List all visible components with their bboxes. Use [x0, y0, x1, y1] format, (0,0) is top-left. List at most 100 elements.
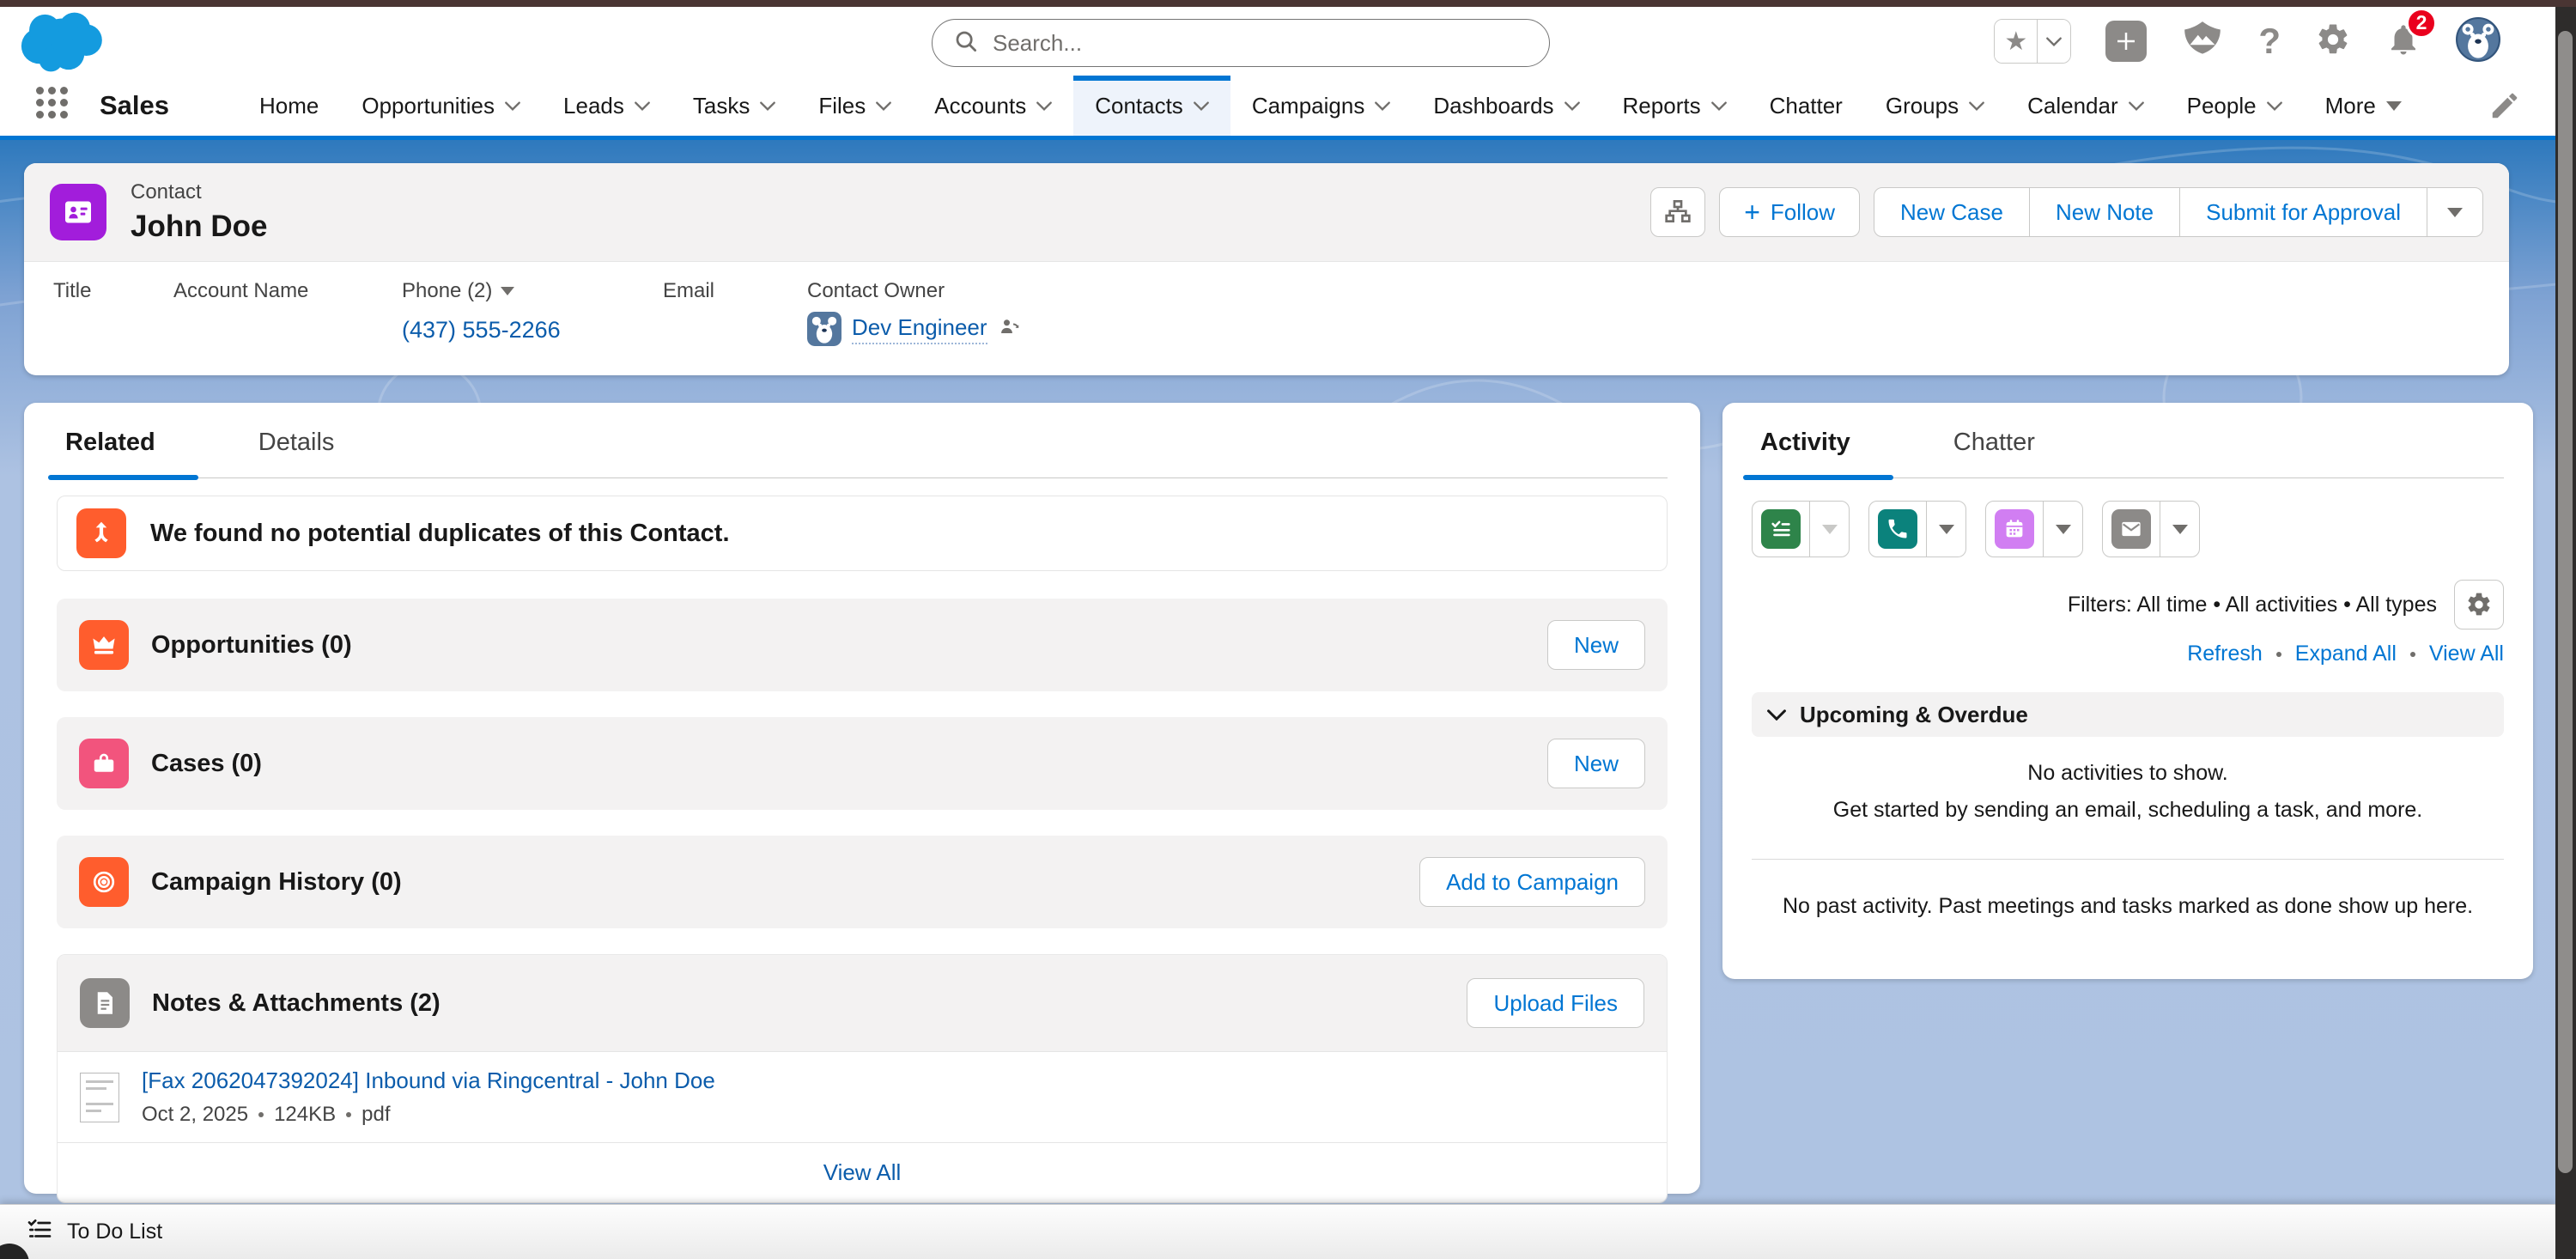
global-search	[932, 19, 1550, 67]
chevron-down-icon	[1564, 101, 1580, 111]
salesforce-logo[interactable]	[15, 9, 110, 80]
upcoming-overdue-header[interactable]: Upcoming & Overdue	[1752, 692, 2504, 737]
favorites-button: ★	[1994, 19, 2071, 64]
follow-button[interactable]: + Follow	[1719, 187, 1860, 237]
activity-links-row: Refresh Expand All View All	[1752, 642, 2504, 666]
nav-tab-people[interactable]: People	[2166, 76, 2304, 136]
add-to-campaign-button[interactable]: Add to Campaign	[1419, 857, 1645, 907]
notifications-bell-icon[interactable]: 2	[2385, 21, 2421, 62]
nav-tab-home[interactable]: Home	[238, 76, 340, 136]
call-options-chevron[interactable]	[1926, 502, 1965, 557]
browser-scrollbar[interactable]	[2555, 7, 2576, 1259]
phone-value-link[interactable]: (437) 555-2266	[402, 317, 561, 343]
event-options-chevron[interactable]	[2043, 502, 2082, 557]
chevron-down-icon	[760, 101, 775, 111]
owner-name-link[interactable]: Dev Engineer	[852, 314, 987, 344]
contact-entity-icon	[50, 184, 106, 240]
attachment-title-link[interactable]: [Fax 2062047392024] Inbound via Ringcent…	[142, 1067, 715, 1094]
user-avatar[interactable]	[2456, 17, 2500, 66]
view-all-link[interactable]: View All	[823, 1159, 902, 1186]
nav-tab-leads[interactable]: Leads	[542, 76, 671, 136]
email-button[interactable]	[2103, 502, 2160, 557]
favorites-chevron-icon[interactable]	[2038, 20, 2070, 63]
campaign-history-icon	[79, 857, 129, 907]
activity-view-all-link[interactable]: View All	[2429, 642, 2504, 666]
email-field-label: Email	[663, 279, 807, 303]
nav-tab-tasks[interactable]: Tasks	[671, 76, 797, 136]
new-event-split-button	[1985, 501, 2083, 557]
chevron-down-icon	[1375, 101, 1390, 111]
activity-action-buttons	[1752, 501, 2504, 557]
nav-tab-campaigns[interactable]: Campaigns	[1230, 76, 1413, 136]
chevron-down-icon	[635, 101, 650, 111]
tab-related[interactable]: Related	[57, 429, 164, 477]
detail-tabs: Related Details	[57, 403, 1668, 478]
nav-tab-files[interactable]: Files	[797, 76, 913, 136]
new-task-button[interactable]	[1753, 502, 1809, 557]
view-hierarchy-button[interactable]	[1650, 187, 1705, 237]
search-input[interactable]	[993, 30, 1508, 57]
nav-tab-opportunities[interactable]: Opportunities	[340, 76, 542, 136]
refresh-link[interactable]: Refresh	[2187, 642, 2263, 666]
expand-all-link[interactable]: Expand All	[2295, 642, 2397, 666]
file-thumbnail	[80, 1073, 119, 1122]
chevron-down-icon	[505, 101, 520, 111]
activity-panel: Activity Chatter	[1722, 403, 2533, 979]
title-field-label: Title	[53, 279, 173, 303]
nav-tab-accounts[interactable]: Accounts	[913, 76, 1073, 136]
nav-tab-contacts[interactable]: Contacts	[1073, 76, 1230, 136]
chevron-down-icon	[1767, 709, 1786, 721]
chevron-down-icon	[2129, 101, 2144, 111]
header-icons: ★ ? 2	[1994, 7, 2500, 76]
nav-tab-groups[interactable]: Groups	[1864, 76, 2006, 136]
favorite-star-icon[interactable]: ★	[1995, 20, 2038, 63]
nav-tab-reports[interactable]: Reports	[1601, 76, 1748, 136]
new-note-button[interactable]: New Note	[2030, 188, 2180, 236]
highlights-fields: Title Account Name Phone (2) (437) 555-2…	[24, 262, 2509, 346]
tab-chatter[interactable]: Chatter	[1945, 429, 2044, 477]
setup-gear-icon[interactable]	[2315, 21, 2351, 62]
nav-tab-calendar[interactable]: Calendar	[2006, 76, 2166, 136]
new-case-button[interactable]: New Case	[1874, 188, 2030, 236]
nav-tab-more[interactable]: More	[2304, 76, 2423, 136]
submit-for-approval-button[interactable]: Submit for Approval	[2180, 188, 2427, 236]
utility-bar: To Do List	[0, 1204, 2555, 1259]
chevron-down-icon	[2267, 101, 2282, 111]
activity-settings-gear-icon[interactable]	[2454, 580, 2504, 630]
nav-tab-dashboards[interactable]: Dashboards	[1412, 76, 1601, 136]
edit-nav-pencil-icon[interactable]	[2488, 89, 2521, 126]
record-header: Contact John Doe + Follow New Case New N…	[24, 163, 2509, 262]
task-options-chevron[interactable]	[1809, 502, 1849, 557]
trailhead-icon[interactable]	[2181, 18, 2224, 65]
chevron-down-icon	[2386, 101, 2402, 111]
more-actions-chevron[interactable]	[2427, 188, 2482, 236]
tab-details[interactable]: Details	[250, 429, 343, 477]
app-launcher-icon[interactable]	[36, 87, 74, 125]
filters-text: Filters: All time • All activities • All…	[2068, 593, 2437, 617]
contact-highlights-panel: Contact John Doe + Follow New Case New N…	[24, 163, 2509, 375]
entity-label: Contact	[131, 180, 267, 204]
scrollbar-thumb[interactable]	[2558, 31, 2573, 1173]
notification-badge: 2	[2406, 8, 2437, 39]
section-title: Notes & Attachments (2)	[152, 989, 440, 1018]
global-create-icon[interactable]	[2105, 21, 2147, 62]
new-event-button[interactable]	[1986, 502, 2043, 557]
new-case-related-button[interactable]: New	[1547, 739, 1645, 788]
new-opportunity-button[interactable]: New	[1547, 620, 1645, 670]
change-owner-icon[interactable]	[998, 315, 1022, 344]
owner-avatar	[807, 312, 841, 346]
nav-tab-chatter[interactable]: Chatter	[1748, 76, 1864, 136]
no-past-activity-text: No past activity. Past meetings and task…	[1752, 894, 2504, 919]
log-call-button[interactable]	[1869, 502, 1926, 557]
todo-list-label[interactable]: To Do List	[67, 1219, 162, 1244]
tab-activity[interactable]: Activity	[1752, 429, 1859, 477]
email-options-chevron[interactable]	[2160, 502, 2199, 557]
chevron-down-icon	[2172, 525, 2188, 534]
email-icon	[2111, 509, 2151, 549]
nav-tabs: Home Opportunities Leads Tasks Files Acc…	[238, 76, 2423, 136]
help-icon[interactable]: ?	[2258, 21, 2281, 62]
upload-files-button[interactable]: Upload Files	[1467, 978, 1644, 1028]
activity-divider	[1752, 859, 2504, 860]
phone-dropdown-icon[interactable]	[501, 287, 514, 295]
attachment-row[interactable]: [Fax 2062047392024] Inbound via Ringcent…	[58, 1051, 1667, 1142]
